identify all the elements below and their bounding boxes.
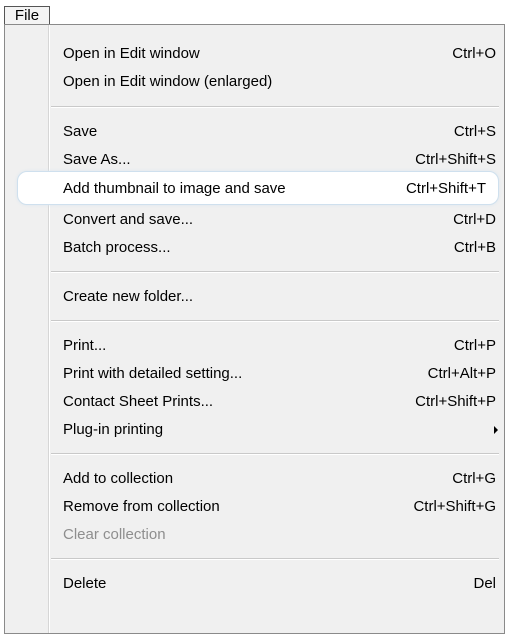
menu-item-create-new-folder[interactable]: Create new folder... — [50, 283, 500, 311]
menu-item-label: Add to collection — [63, 470, 174, 487]
menu-item-label: Convert and save... — [63, 211, 194, 228]
menu-item-add-to-collection[interactable]: Add to collection Ctrl+G — [50, 465, 500, 493]
menu-item-shortcut: Ctrl+G — [452, 470, 496, 487]
menu-item-shortcut: Ctrl+Shift+P — [415, 393, 496, 410]
menu-item-label: Save — [63, 123, 98, 140]
menu-item-open-in-edit-window[interactable]: Open in Edit window Ctrl+O — [50, 40, 500, 68]
menu-item-save-as[interactable]: Save As... Ctrl+Shift+S — [50, 146, 500, 174]
file-menu-button[interactable]: File — [4, 6, 50, 25]
menu-item-label: Plug-in printing — [63, 421, 164, 438]
menu-item-label: Print... — [63, 337, 107, 354]
menu-separator — [51, 106, 499, 108]
menu-item-convert-and-save[interactable]: Convert and save... Ctrl+D — [50, 206, 500, 234]
chevron-right-icon — [494, 426, 498, 434]
menu-item-plug-in-printing[interactable]: Plug-in printing — [50, 416, 500, 444]
menu-item-shortcut: Del — [473, 575, 496, 592]
menu-item-label: Batch process... — [63, 239, 171, 256]
menu-item-label: Save As... — [63, 151, 131, 168]
file-dropdown-menu: Open in Edit window Ctrl+O Open in Edit … — [4, 24, 505, 634]
menu-item-delete[interactable]: Delete Del — [50, 570, 500, 598]
menu-item-batch-process[interactable]: Batch process... Ctrl+B — [50, 234, 500, 262]
menu-item-print-detailed-setting[interactable]: Print with detailed setting... Ctrl+Alt+… — [50, 360, 500, 388]
menu-item-label: Create new folder... — [63, 288, 194, 305]
menu-item-save[interactable]: Save Ctrl+S — [50, 118, 500, 146]
menu-item-clear-collection: Clear collection — [50, 521, 500, 549]
menu-item-shortcut: Ctrl+D — [453, 211, 496, 228]
menu-item-shortcut: Ctrl+Shift+G — [413, 498, 496, 515]
menu-item-label: Open in Edit window (enlarged) — [63, 73, 273, 90]
menu-separator — [51, 453, 499, 455]
menu-item-shortcut: Ctrl+Shift+T — [405, 180, 486, 197]
menu-item-contact-sheet-prints[interactable]: Contact Sheet Prints... Ctrl+Shift+P — [50, 388, 500, 416]
menu-item-shortcut: Ctrl+Alt+P — [427, 365, 496, 382]
menu-item-label: Add thumbnail to image and save — [63, 180, 286, 197]
menu-separator — [51, 271, 499, 273]
menu-item-label: Print with detailed setting... — [63, 365, 243, 382]
menu-item-label: Clear collection — [63, 526, 166, 543]
menu-item-shortcut: Ctrl+Shift+S — [415, 151, 496, 168]
menu-item-print[interactable]: Print... Ctrl+P — [50, 332, 500, 360]
menu-item-label: Open in Edit window — [63, 45, 200, 62]
menu-item-shortcut: Ctrl+S — [453, 123, 496, 140]
menu-item-add-thumbnail-and-save[interactable]: Add thumbnail to image and save Ctrl+Shi… — [17, 171, 499, 205]
menu-item-remove-from-collection[interactable]: Remove from collection Ctrl+Shift+G — [50, 493, 500, 521]
menu-item-shortcut: Ctrl+P — [453, 337, 496, 354]
menu-item-shortcut: Ctrl+B — [453, 239, 496, 256]
menu-item-label: Delete — [63, 575, 107, 592]
menu-item-open-in-edit-window-enlarged[interactable]: Open in Edit window (enlarged) — [50, 68, 500, 96]
menu-separator — [51, 320, 499, 322]
menu-separator — [51, 558, 499, 560]
menu-item-shortcut: Ctrl+O — [452, 45, 496, 62]
menu-item-label: Remove from collection — [63, 498, 220, 515]
menu-item-label: Contact Sheet Prints... — [63, 393, 214, 410]
